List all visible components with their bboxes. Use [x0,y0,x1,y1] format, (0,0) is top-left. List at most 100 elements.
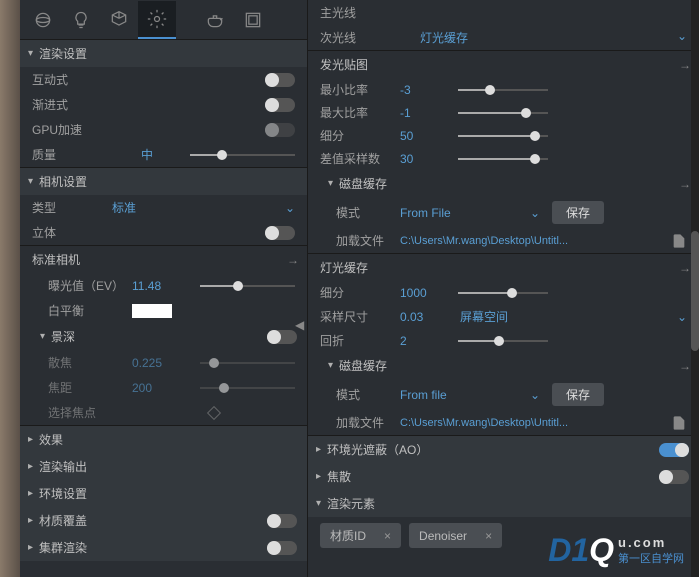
row-gpu: GPU加速 [20,117,307,142]
toggle-mat-override[interactable] [267,514,297,528]
chevron-down-icon: ▾ [28,48,33,59]
slider-diff-samples[interactable] [458,158,548,160]
row-stereo: 立体 [20,220,307,245]
section-disk-cache[interactable]: ▾ 磁盘缓存 → [308,170,699,197]
section-effects[interactable]: ▸ 效果 [20,426,307,453]
file-path: C:\Users\Mr.wang\Desktop\Untitl... [400,417,667,429]
section-dof[interactable]: ▾ 景深 [20,323,307,350]
slider-quality[interactable] [190,154,295,156]
row-pick-focus: 选择焦点 [20,400,307,425]
close-icon[interactable]: × [384,529,391,543]
file-icon[interactable] [671,233,687,249]
toggle-stereo[interactable] [265,226,295,240]
left-decorative-edge [0,0,20,577]
toggle-swarm[interactable] [267,541,297,555]
tool-sphere[interactable] [24,1,62,39]
arrow-right-icon: → [679,177,691,191]
section-camera[interactable]: ▾ 相机设置 [20,168,307,195]
file-icon[interactable] [671,415,687,431]
chevron-down-icon: ▾ [316,498,321,509]
row-type: 类型 标准 ⌄ [20,195,307,220]
chevron-down-icon: ⌄ [530,388,540,402]
chevron-right-icon: ▸ [28,542,33,553]
save-button-2[interactable]: 保存 [552,383,604,406]
section-light-cache[interactable]: 灯光缓存 → [308,253,699,281]
row-focal: 焦距 200 [20,375,307,400]
panel-collapse-arrow[interactable]: ◀ [295,318,304,332]
slider-min-rate[interactable] [458,89,548,91]
tool-window[interactable] [234,1,272,39]
scrollbar[interactable] [691,0,699,577]
section-render-elements[interactable]: ▾ 渲染元素 [308,490,699,517]
section-title: 相机设置 [39,173,299,190]
dropdown-sample-space[interactable]: 屏幕空间 ⌄ [460,308,687,325]
chevron-down-icon: ⌄ [530,206,540,220]
section-render-settings[interactable]: ▾ 渲染设置 [20,40,307,67]
arrow-right-icon: → [679,58,691,72]
slider-subdiv[interactable] [458,135,548,137]
chevron-right-icon: ▸ [316,471,321,482]
arrow-right-icon: → [679,359,691,373]
section-disk-cache-2[interactable]: ▾ 磁盘缓存 → [308,352,699,379]
toggle-dof[interactable] [267,330,297,344]
section-render-output[interactable]: ▸ 渲染输出 [20,453,307,480]
render-element-tags: 材质ID × Denoiser × [308,517,699,554]
row-mode: 模式 From File ⌄ 保存 [308,197,699,228]
section-mat-override[interactable]: ▸ 材质覆盖 [20,507,307,534]
row-subdiv: 细分 50 [308,124,699,147]
section-env[interactable]: ▸ 环境设置 [20,480,307,507]
chevron-down-icon: ⌄ [285,201,295,215]
toggle-progressive[interactable] [265,98,295,112]
tool-cube[interactable] [100,1,138,39]
tool-bulb[interactable] [62,1,100,39]
slider-defocus[interactable] [200,362,295,364]
dropdown-mode-2[interactable]: From file ⌄ [400,388,540,402]
slider-max-rate[interactable] [458,112,548,114]
section-ao[interactable]: ▸ 环境光遮蔽（AO） [308,435,699,463]
toolbar [20,0,307,40]
slider-focal[interactable] [200,387,295,389]
row-wb: 白平衡 [20,298,307,323]
row-min-rate: 最小比率 -3 [308,78,699,101]
row-defocus: 散焦 0.225 [20,350,307,375]
row-load-file: 加载文件 C:\Users\Mr.wang\Desktop\Untitl... [308,228,699,253]
toggle-gpu[interactable] [265,123,295,137]
chevron-right-icon: ▸ [28,461,33,472]
chevron-down-icon: ▾ [328,178,333,189]
close-icon[interactable]: × [485,529,492,543]
tool-teapot[interactable] [196,1,234,39]
row-retrace: 回折 2 [308,329,699,352]
section-title: 渲染设置 [39,45,299,62]
section-std-camera[interactable]: 标准相机 → [20,246,307,273]
chevron-down-icon: ▾ [328,360,333,371]
white-balance-swatch[interactable] [132,304,172,318]
tool-gear[interactable] [138,1,176,39]
section-caustics[interactable]: ▸ 焦散 [308,463,699,490]
row-interactive: 互动式 [20,67,307,92]
toggle-interactive[interactable] [265,73,295,87]
row-main-ray: 主光线 [308,0,699,25]
slider-ev[interactable] [200,285,295,287]
slider-retrace[interactable] [458,340,548,342]
file-path: C:\Users\Mr.wang\Desktop\Untitl... [400,235,667,247]
toggle-caustics[interactable] [659,470,689,484]
save-button[interactable]: 保存 [552,201,604,224]
right-panel: 主光线 次光线 灯光缓存⌄ 发光贴图 → 最小比率 -3 最大比率 -1 细分 … [308,0,699,577]
chevron-down-icon: ▾ [28,176,33,187]
section-swarm[interactable]: ▸ 集群渲染 [20,534,307,561]
slider-lc-subdiv[interactable] [458,292,548,294]
dropdown-camera-type[interactable]: 标准 ⌄ [112,199,295,216]
chevron-down-icon: ▾ [40,331,45,342]
row-sample-size: 采样尺寸 0.03 屏幕空间 ⌄ [308,304,699,329]
row-ev: 曝光值（EV） 11.48 [20,273,307,298]
chevron-down-icon: ⌄ [677,29,687,46]
tag-material-id[interactable]: 材质ID × [320,523,401,548]
dropdown-mode[interactable]: From File ⌄ [400,206,540,220]
left-panel: ▾ 渲染设置 互动式 渐进式 GPU加速 质量 中 ▾ [20,0,308,577]
section-emissive[interactable]: 发光贴图 → [308,50,699,78]
chevron-right-icon: ▸ [28,434,33,445]
dropdown-secondary[interactable]: 灯光缓存⌄ [420,29,687,46]
pick-focus-icon[interactable] [206,405,220,419]
tag-denoiser[interactable]: Denoiser × [409,523,502,548]
toggle-ao[interactable] [659,443,689,457]
